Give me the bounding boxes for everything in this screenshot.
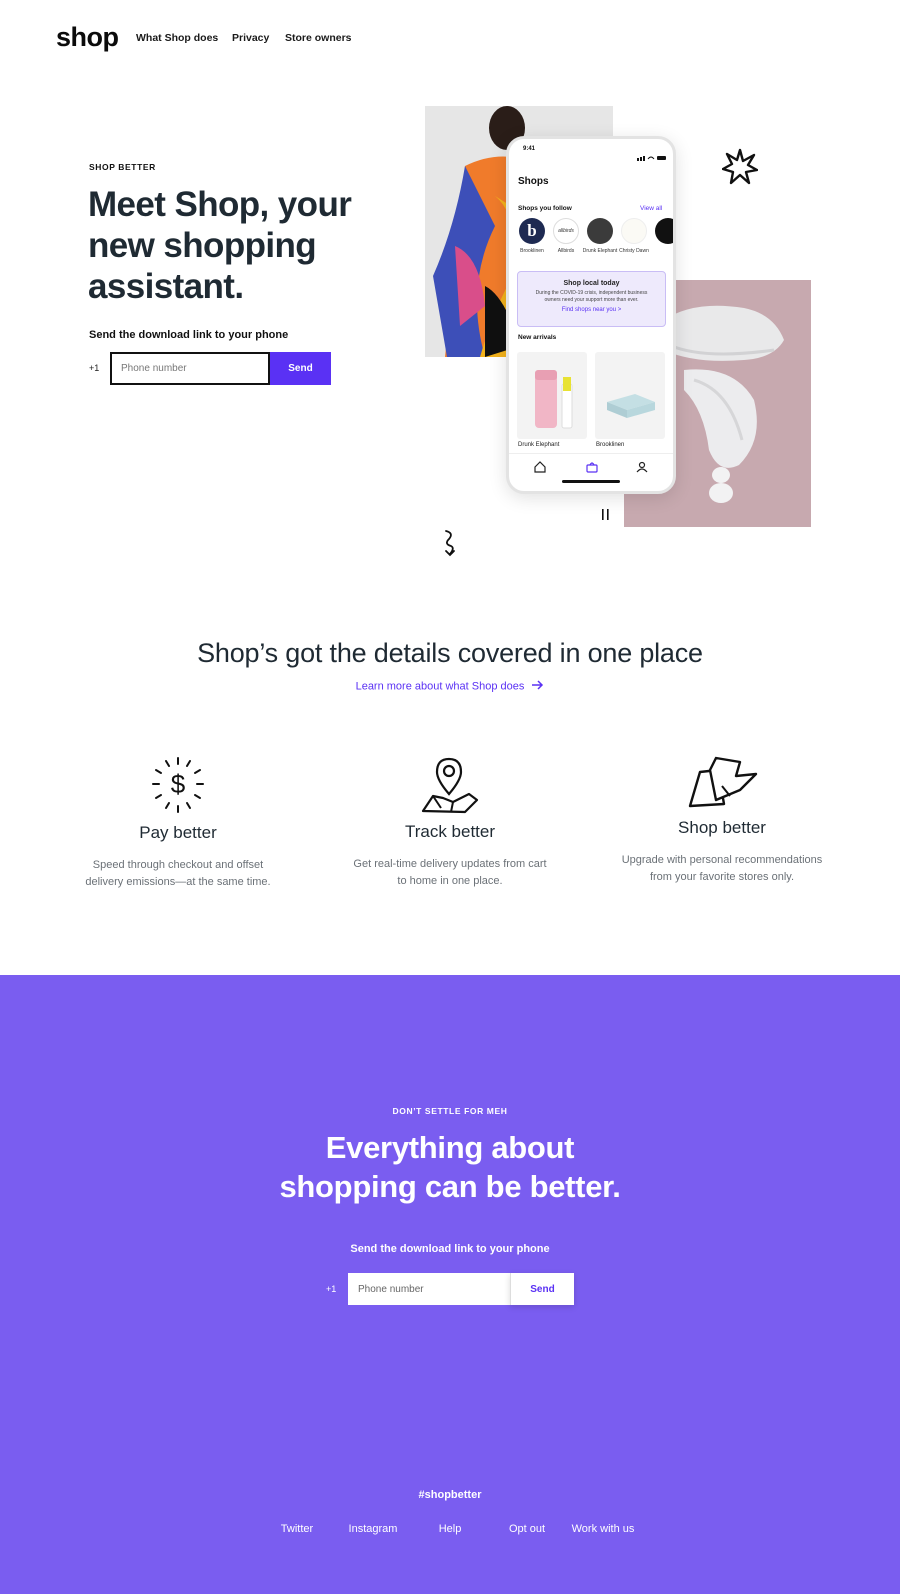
card-link: Find shops near you >	[561, 307, 622, 313]
arrow-right-icon	[531, 680, 544, 693]
feature-title: Shop better	[678, 818, 766, 837]
feature-title: Track better	[404, 822, 496, 841]
phone-follow-label: Shops you follow	[518, 205, 572, 212]
product-image	[595, 352, 665, 439]
cta-send-button[interactable]: Send	[510, 1273, 574, 1305]
starburst-icon	[722, 148, 758, 185]
send-button[interactable]: Send	[270, 352, 331, 385]
feature-desc: Upgrade with personal recommendations fr…	[621, 854, 823, 883]
cta-title: Everything about shopping can be better.	[0, 1128, 900, 1206]
home-icon	[534, 461, 546, 473]
footer-link-work-with-us[interactable]: Work with us	[558, 1523, 648, 1535]
shop-avatar	[621, 218, 647, 244]
card-title: Shop local today	[563, 280, 620, 287]
phone-time: 9:41	[523, 146, 536, 152]
phone-view-all-link: View all	[640, 205, 663, 212]
feature-title: Pay better	[139, 823, 217, 842]
pause-icon[interactable]	[600, 508, 612, 522]
bag-icon	[586, 462, 598, 473]
cta-phone-placeholder: Phone number	[358, 1283, 424, 1295]
home-indicator	[562, 480, 620, 483]
cta-eyebrow: DON’T SETTLE FOR MEH	[392, 1106, 508, 1116]
card-body: During the COVID-19 crisis, independent …	[535, 290, 648, 303]
hero-eyebrow: SHOP BETTER	[89, 162, 156, 172]
shop-avatar: allbirds	[553, 218, 579, 244]
phone-placeholder: Phone number	[121, 363, 187, 374]
shop-avatar	[587, 218, 613, 244]
country-code: +1	[89, 363, 100, 373]
cta-title-line1: Everything about	[325, 1130, 575, 1165]
feature-shop-better: Shop better Upgrade with personal recomm…	[602, 818, 842, 886]
cta-country-code: +1	[326, 1284, 337, 1294]
product-image	[517, 352, 587, 439]
nav-privacy[interactable]: Privacy	[232, 32, 269, 44]
cta-download-label: Send the download link to your phone	[350, 1243, 550, 1255]
shop-name: Christy Dawn	[619, 248, 649, 254]
footer-hashtag: #shopbetter	[418, 1489, 482, 1501]
phone-tab-bar	[509, 453, 673, 479]
feature-track-better: Track better Get real-time delivery upda…	[330, 822, 570, 890]
feature-pay-better: Pay better Speed through checkout and of…	[58, 823, 298, 891]
shopping-bags-icon	[688, 756, 758, 808]
cta-phone-number-input[interactable]: Phone number	[348, 1273, 510, 1305]
learn-more-link[interactable]: Learn more about what Shop does	[0, 680, 900, 693]
map-pin-icon	[421, 757, 479, 814]
nav-store-owners[interactable]: Store owners	[285, 32, 352, 44]
cta-title-line2: shopping can be better.	[279, 1169, 621, 1204]
feature-desc: Speed through checkout and offset delive…	[85, 859, 271, 888]
user-icon	[636, 461, 648, 473]
details-title: Shop’s got the details covered in one pl…	[197, 638, 703, 668]
status-icons	[637, 148, 667, 161]
dollar-burst-icon: $	[152, 757, 204, 813]
shop-logo[interactable]: shop	[56, 22, 119, 53]
product-name: Brooklinen	[596, 442, 625, 448]
product-name: Drunk Elephant	[518, 442, 560, 448]
hero-title: Meet Shop, your new shopping assistant.	[88, 185, 352, 306]
phone-mockup: 9:41 Shops Shops you follow View all b a…	[506, 136, 676, 494]
learn-more-label: Learn more about what Shop does	[355, 680, 525, 693]
new-arrivals-label: New arrivals	[518, 334, 557, 341]
phone-number-input[interactable]: Phone number	[110, 352, 270, 385]
nav-what-shop-does[interactable]: What Shop does	[136, 32, 218, 44]
shop-local-card: Shop local today During the COVID-19 cri…	[517, 271, 666, 327]
shop-avatar	[655, 218, 673, 244]
squiggle-arrow-icon	[445, 530, 455, 557]
feature-desc: Get real-time delivery updates from cart…	[353, 858, 547, 887]
hero-download-label: Send the download link to your phone	[89, 329, 289, 341]
shop-avatar: b	[519, 218, 545, 244]
svg-text:$: $	[171, 769, 186, 799]
phone-shops-title: Shops	[518, 176, 549, 187]
